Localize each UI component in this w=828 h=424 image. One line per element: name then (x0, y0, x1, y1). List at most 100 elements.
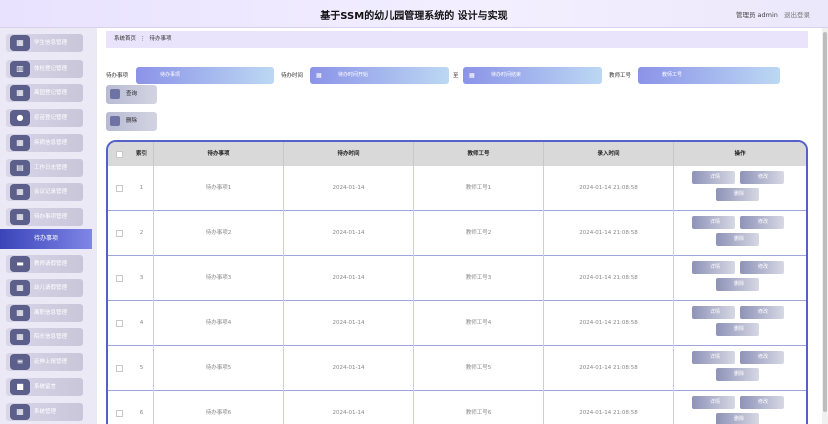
header-actions: 操作 (734, 151, 746, 157)
car-icon: ▬ (10, 256, 30, 272)
delete-button[interactable]: 删除 (716, 323, 759, 336)
cell-index: 1 (130, 166, 154, 211)
header-item: 待办事项 (154, 142, 284, 166)
header-index: 索引 (130, 142, 154, 166)
breadcrumb-home[interactable]: 系统首页 (114, 36, 136, 42)
teacher-label: 教师工号 (609, 73, 632, 79)
time-start-input[interactable]: ▦ 待办时间开始 (310, 67, 449, 84)
sidebar-item-meeting[interactable]: ▦ 会议记录管理 (6, 183, 83, 201)
detail-button[interactable]: 详情 (692, 396, 735, 409)
grid-icon: ▦ (10, 184, 30, 200)
cell-time: 2024-01-14 (284, 166, 414, 211)
delete-button[interactable]: 删除 (716, 188, 759, 201)
grid-icon: ▦ (10, 35, 30, 51)
breadcrumb-separator: ⋮ (140, 36, 146, 42)
table-row: 5 待办事项5 2024-01-14 教师工号5 2024-01-14 21:0… (108, 346, 806, 391)
edit-button[interactable]: 修改 (740, 351, 784, 364)
folder-icon: ■ (10, 379, 30, 395)
sidebar-item-student[interactable]: ▦ 学生信息管理 (6, 34, 83, 52)
detail-button[interactable]: 详情 (692, 306, 735, 319)
doc-icon: ▤ (10, 160, 30, 176)
sidebar-item-vaccine[interactable]: ● 疫苗登记管理 (6, 109, 83, 127)
sidebar-item-child-leave[interactable]: ▦ 幼儿请假管理 (6, 279, 83, 297)
username-label: 管理员 admin (735, 11, 778, 19)
sidebar-item-system[interactable]: ▦ 系统管理 (6, 403, 83, 421)
detail-button[interactable]: 详情 (692, 171, 735, 184)
sidebar-item-message[interactable]: ■ 系统留言 (6, 378, 83, 396)
edit-button[interactable]: 修改 (740, 216, 784, 229)
table-row: 3 待办事项3 2024-01-14 教师工号3 2024-01-14 21:0… (108, 256, 806, 301)
detail-button[interactable]: 详情 (692, 261, 735, 274)
grid-icon: ▦ (10, 85, 30, 101)
header-teacher: 教师工号 (414, 142, 544, 166)
detail-button[interactable]: 详情 (692, 216, 735, 229)
delete-icon (110, 116, 120, 126)
grid-icon: ▦ (10, 305, 30, 321)
pin-icon: ● (10, 110, 30, 126)
cell-item: 待办事项3 (154, 256, 284, 301)
sidebar-item-principal[interactable]: ▦ 院长信息管理 (6, 328, 83, 346)
detail-button[interactable]: 详情 (692, 351, 735, 364)
cell-index: 4 (130, 301, 154, 346)
sidebar-item-disease[interactable]: ▦ 疾病信息管理 (6, 134, 83, 152)
logout-link[interactable]: 退出登录 (784, 11, 810, 19)
sidebar-item-todo-active[interactable]: 待办事项 (0, 229, 92, 249)
row-checkbox[interactable] (116, 230, 123, 237)
cell-index: 5 (130, 346, 154, 391)
sidebar-item-teacher-leave[interactable]: ▬ 教师请假管理 (6, 255, 83, 273)
list-icon: ≡ (10, 354, 30, 370)
batch-delete-button[interactable]: 删除 (106, 112, 157, 131)
search-icon (110, 89, 120, 99)
row-checkbox[interactable] (116, 365, 123, 372)
table-row: 2 待办事项2 2024-01-14 教师工号2 2024-01-14 21:0… (108, 211, 806, 256)
todo-label: 待办事项 (106, 73, 129, 79)
app-title: 基于SSM的幼儿园管理系统的 设计与实现 (320, 11, 508, 22)
delete-button[interactable]: 删除 (716, 368, 759, 381)
sidebar-item-resign[interactable]: ▦ 离职信息管理 (6, 304, 83, 322)
row-checkbox[interactable] (116, 185, 123, 192)
cell-index: 3 (130, 256, 154, 301)
header-time: 待办时间 (284, 142, 414, 166)
cell-time: 2024-01-14 (284, 256, 414, 301)
teacher-input[interactable]: 教师工号 (638, 67, 780, 84)
breadcrumb: 系统首页 ⋮ 待办事项 (106, 31, 808, 48)
cell-created: 2024-01-14 21:08:58 (544, 301, 674, 346)
row-checkbox[interactable] (116, 410, 123, 417)
cell-teacher: 教师工号2 (414, 211, 544, 256)
row-checkbox[interactable] (116, 320, 123, 327)
cell-item: 待办事项5 (154, 346, 284, 391)
breadcrumb-current: 待办事项 (149, 36, 172, 42)
edit-button[interactable]: 修改 (740, 261, 784, 274)
page-scrollbar[interactable] (822, 28, 828, 424)
edit-button[interactable]: 修改 (740, 396, 784, 409)
edit-button[interactable]: 修改 (740, 306, 784, 319)
sidebar-item-leave-school[interactable]: ▦ 离园登记管理 (6, 84, 83, 102)
cell-item: 待办事项4 (154, 301, 284, 346)
todo-input[interactable]: 待办事项 (136, 67, 274, 84)
scrollbar-thumb[interactable] (823, 32, 827, 412)
sidebar-item-report[interactable]: ≡ 延伸上报管理 (6, 353, 83, 371)
cell-created: 2024-01-14 21:08:58 (544, 346, 674, 391)
calendar-icon: ▦ (316, 72, 322, 79)
cell-item: 待办事项2 (154, 211, 284, 256)
cell-created: 2024-01-14 21:08:58 (544, 166, 674, 211)
cell-index: 2 (130, 211, 154, 256)
grid-icon: ▦ (10, 209, 30, 225)
cell-teacher: 教师工号4 (414, 301, 544, 346)
top-header: 基于SSM的幼儿园管理系统的 设计与实现 管理员 admin 退出登录 (0, 0, 828, 28)
cell-created: 2024-01-14 21:08:58 (544, 256, 674, 301)
sidebar: ▦ 学生信息管理 ▥ 体检登记管理 ▦ 离园登记管理 ● 疫苗登记管理 ▦ 疾病信息管理 … (0, 28, 97, 424)
sidebar-item-todo-manage[interactable]: ▦ 待办事项管理 (6, 208, 83, 226)
table-row: 4 待办事项4 2024-01-14 教师工号4 2024-01-14 21:0… (108, 301, 806, 346)
time-end-input[interactable]: ▦ 待办时间结束 (463, 67, 602, 84)
edit-button[interactable]: 修改 (740, 171, 784, 184)
delete-button[interactable]: 删除 (716, 278, 759, 291)
sidebar-item-checkup[interactable]: ▥ 体检登记管理 (6, 60, 83, 78)
delete-button[interactable]: 删除 (716, 413, 759, 424)
delete-button[interactable]: 删除 (716, 233, 759, 246)
sidebar-item-worklog[interactable]: ▤ 工作日志管理 (6, 159, 83, 177)
row-checkbox[interactable] (116, 275, 123, 282)
select-all-checkbox[interactable] (116, 151, 123, 158)
chart-icon: ▥ (10, 61, 30, 77)
query-button[interactable]: 查询 (106, 85, 157, 104)
